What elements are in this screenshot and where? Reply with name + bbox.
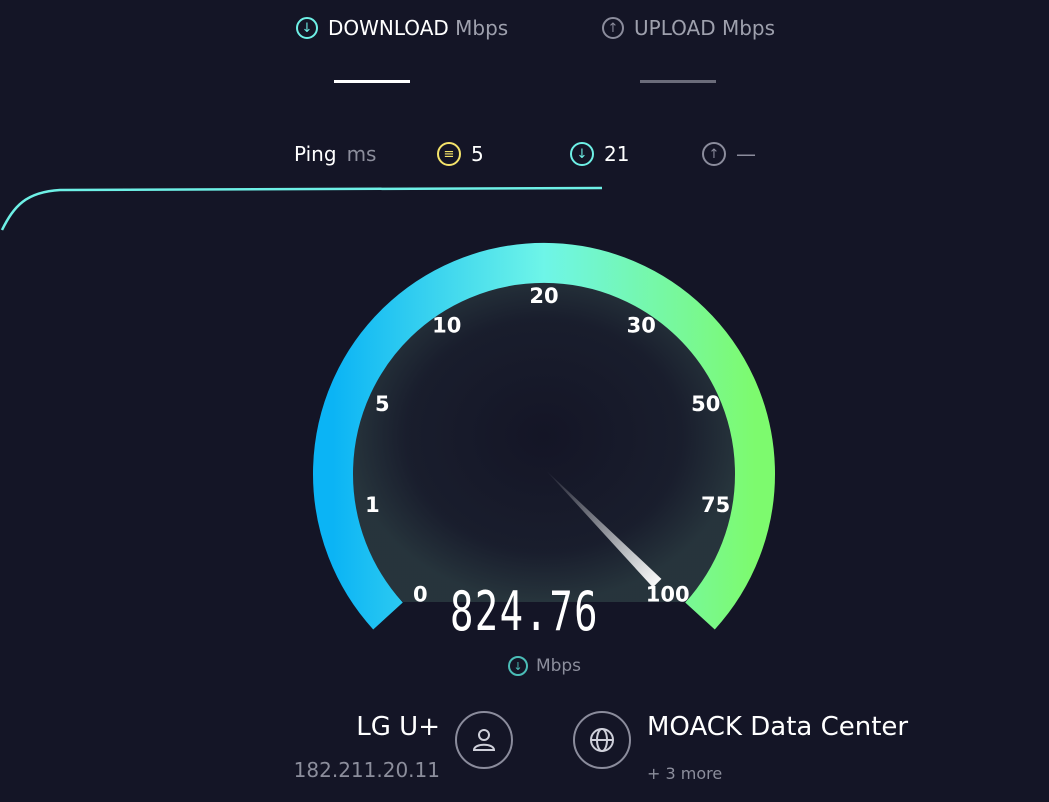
globe-icon	[590, 728, 614, 752]
server-name: MOACK Data Center	[647, 712, 909, 742]
gauge-tick-10: 10	[432, 314, 461, 338]
gauge-tick-75: 75	[701, 493, 730, 517]
gauge-tick-5: 5	[375, 392, 390, 416]
arrow-down-icon: ↓	[507, 656, 528, 676]
speed-gauge: 0151020305075100	[313, 243, 775, 630]
gauge-tick-20: 20	[529, 284, 558, 308]
user-icon	[472, 729, 496, 751]
gauge-tick-30: 30	[627, 314, 656, 338]
user-button[interactable]	[455, 711, 513, 769]
server-button[interactable]	[573, 711, 631, 769]
speed-reading: 824.76	[449, 580, 600, 643]
speed-unit-label: Mbps	[535, 656, 582, 676]
isp-ip: 182.211.20.11	[293, 758, 440, 782]
server-more-link[interactable]: + 3 more	[647, 764, 722, 783]
gauge-tick-1: 1	[365, 493, 380, 517]
isp-name: LG U+	[356, 712, 440, 742]
speed-unit: ↓ Mbps	[20, 656, 1049, 676]
gauge-tick-50: 50	[691, 392, 720, 416]
